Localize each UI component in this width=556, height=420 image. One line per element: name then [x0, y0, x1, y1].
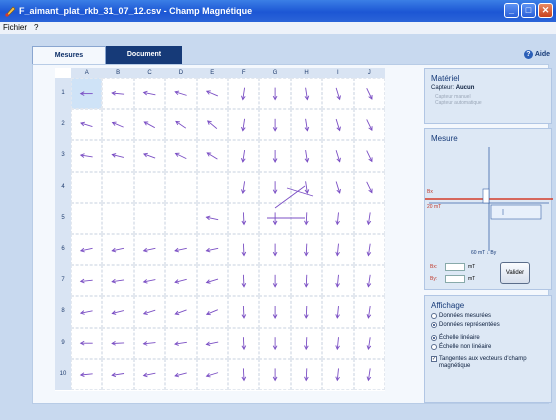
radio-button[interactable] [431, 313, 437, 319]
bx-input[interactable] [445, 263, 465, 271]
title-bar: F_aimant_plat_rkb_31_07_12.csv - Champ M… [0, 0, 556, 22]
radio-button[interactable] [431, 335, 437, 341]
field-vector-arrow [286, 187, 314, 197]
tab-bar: Mesures Document [32, 46, 182, 64]
menu-fichier[interactable]: Fichier [3, 22, 27, 34]
bx-by-gauge[interactable] [425, 143, 553, 255]
checkbox-label: Tangentes aux vecteurs d'champ magnétiqu… [439, 356, 527, 369]
checkbox-tangentes[interactable]: ✓ Tangentes aux vecteurs d'champ magnétiq… [431, 356, 551, 370]
radio-echelle-lineaire[interactable]: Échelle linéaire [431, 335, 551, 341]
radio-button[interactable] [431, 322, 437, 328]
application-window: F_aimant_plat_rkb_31_07_12.csv - Champ M… [0, 0, 556, 420]
radio-label: Données représentées [439, 322, 500, 328]
radio-donnees-representees[interactable]: Données représentées [431, 322, 551, 328]
help-label: Aide [534, 51, 550, 58]
radio-label: Échelle non linéaire [439, 344, 492, 350]
minimize-button[interactable]: _ [504, 3, 519, 18]
bx-scale-label: 20 mT [427, 204, 442, 210]
checkbox[interactable]: ✓ [431, 356, 437, 362]
capteur-line: Capteur: Aucun [431, 85, 551, 91]
bx-unit: mT [468, 264, 476, 270]
capteur-option-2: Capteur automatique [435, 100, 482, 106]
mesure-title: Mesure [431, 134, 458, 143]
tab-mesures[interactable]: Mesures [32, 46, 106, 64]
radio-echelle-non-lineaire[interactable]: Échelle non linéaire [431, 344, 551, 350]
bx-input-label: Bx: [430, 264, 438, 270]
radio-label: Données mesurées [439, 313, 492, 319]
maximize-button[interactable]: □ [521, 3, 536, 18]
affichage-panel: Affichage Données mesurées Données repré… [424, 295, 552, 403]
materiel-title: Matériel [431, 74, 460, 83]
menu-bar: Fichier ? [0, 22, 556, 34]
bx-top-label: Bx [427, 189, 433, 195]
field-grid[interactable]: A B C D E F G H I J 1 2 3 4 5 6 7 8 9 10 [55, 68, 385, 391]
capteur-label: Capteur: [431, 85, 455, 91]
by-input[interactable] [445, 275, 465, 283]
by-input-label: By: [430, 276, 438, 282]
help-icon: ? [523, 50, 533, 59]
radio-donnees-mesurees[interactable]: Données mesurées [431, 313, 551, 319]
valider-button[interactable]: Valider [500, 262, 530, 284]
help-link[interactable]: ? Aide [523, 50, 550, 59]
tab-document[interactable]: Document [106, 46, 182, 64]
close-button[interactable]: ✕ [538, 3, 553, 18]
app-icon [4, 5, 16, 17]
menu-help[interactable]: ? [34, 22, 38, 34]
radio-button[interactable] [431, 344, 437, 350]
window-title: F_aimant_plat_rkb_31_07_12.csv - Champ M… [19, 6, 253, 16]
mesure-panel: Mesure Bx 20 mT 60 mT ↓ By Bx: mT By: mT [424, 128, 553, 290]
materiel-panel: Matériel Capteur: Aucun Capteur manuel C… [424, 68, 552, 124]
by-unit: mT [468, 276, 476, 282]
affichage-title: Affichage [431, 301, 465, 310]
radio-label: Échelle linéaire [439, 335, 480, 341]
capteur-value: Aucun [455, 85, 475, 91]
by-axis-label: 60 mT ↓ By [471, 250, 497, 256]
